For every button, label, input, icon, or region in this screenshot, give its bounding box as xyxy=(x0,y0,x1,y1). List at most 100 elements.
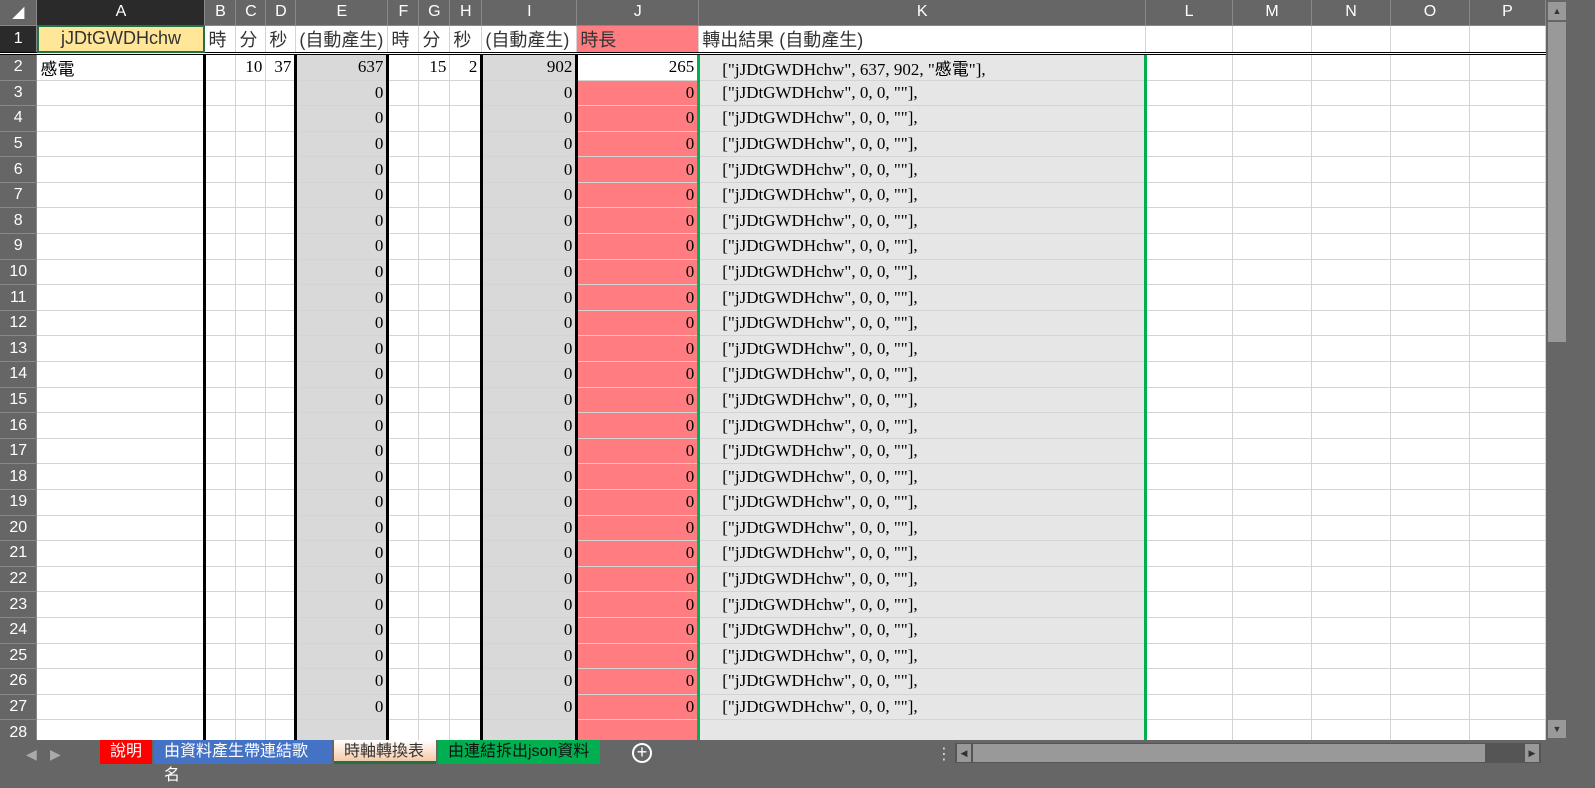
cell-n6[interactable] xyxy=(1311,156,1391,183)
cell-m24[interactable] xyxy=(1232,617,1313,644)
cell-e23[interactable]: 0 xyxy=(294,591,389,618)
cell-a8[interactable] xyxy=(36,207,206,235)
cell-i25[interactable]: 0 xyxy=(480,643,578,670)
cell-j14[interactable]: 0 xyxy=(575,361,700,388)
row-header-2[interactable]: 2 xyxy=(0,53,38,81)
cell-b6[interactable] xyxy=(203,156,237,183)
row-header-20[interactable]: 20 xyxy=(0,515,38,542)
sheet-tab-1[interactable]: 說明 xyxy=(100,740,152,764)
cell-e13[interactable]: 0 xyxy=(294,335,389,363)
cell-i8[interactable]: 0 xyxy=(480,207,578,235)
select-all-corner[interactable]: ◢ xyxy=(0,0,38,26)
cell-b17[interactable] xyxy=(203,438,237,465)
cell-n27[interactable] xyxy=(1311,694,1391,721)
cell-n8[interactable] xyxy=(1311,207,1391,235)
cell-a11[interactable] xyxy=(36,284,206,311)
cell-k3[interactable]: ["jJDtGWDHchw", 0, 0, ""], xyxy=(697,80,1148,107)
cell-o4[interactable] xyxy=(1390,105,1470,132)
cell-g12[interactable] xyxy=(418,310,451,337)
cell-c4[interactable] xyxy=(235,105,267,132)
cell-c23[interactable] xyxy=(235,591,267,618)
cell-m3[interactable] xyxy=(1232,80,1313,107)
cell-l2[interactable] xyxy=(1145,53,1234,81)
cell-k27[interactable]: ["jJDtGWDHchw", 0, 0, ""], xyxy=(697,694,1148,721)
cell-d18[interactable] xyxy=(265,463,297,490)
cell-c2[interactable]: 10 xyxy=(235,53,267,81)
cell-n1[interactable] xyxy=(1311,25,1391,55)
cell-d13[interactable] xyxy=(265,335,297,363)
cell-c14[interactable] xyxy=(235,361,267,388)
cell-k2[interactable]: ["jJDtGWDHchw", 637, 902, "慼電"], xyxy=(697,53,1148,81)
cell-d9[interactable] xyxy=(265,233,297,260)
cell-c11[interactable] xyxy=(235,284,267,311)
cell-b23[interactable] xyxy=(203,591,237,618)
cell-f20[interactable] xyxy=(386,515,420,542)
cell-h3[interactable] xyxy=(449,80,483,107)
row-header-9[interactable]: 9 xyxy=(0,233,38,260)
cell-m7[interactable] xyxy=(1232,182,1313,209)
cell-a19[interactable] xyxy=(36,489,206,516)
cell-a7[interactable] xyxy=(36,182,206,209)
cell-k16[interactable]: ["jJDtGWDHchw", 0, 0, ""], xyxy=(697,412,1148,439)
cell-h19[interactable] xyxy=(449,489,483,516)
cell-o28[interactable] xyxy=(1390,719,1470,740)
cell-g10[interactable] xyxy=(418,259,451,286)
cell-e18[interactable]: 0 xyxy=(294,463,389,490)
cell-o1[interactable] xyxy=(1390,25,1470,55)
cell-c28[interactable] xyxy=(235,719,267,740)
cell-l27[interactable] xyxy=(1145,694,1234,721)
cell-j5[interactable]: 0 xyxy=(575,131,700,158)
split-handle-icon[interactable]: ⋮ xyxy=(936,744,952,764)
cell-n3[interactable] xyxy=(1311,80,1391,107)
cell-f27[interactable] xyxy=(386,694,420,721)
cell-d22[interactable] xyxy=(265,566,297,593)
cell-p18[interactable] xyxy=(1469,463,1546,490)
cell-b21[interactable] xyxy=(203,540,237,567)
cell-b22[interactable] xyxy=(203,566,237,593)
cell-d8[interactable] xyxy=(265,207,297,235)
cell-h27[interactable] xyxy=(449,694,483,721)
row-header-4[interactable]: 4 xyxy=(0,105,38,132)
cell-e17[interactable]: 0 xyxy=(294,438,389,465)
cell-o16[interactable] xyxy=(1390,412,1470,439)
cell-n28[interactable] xyxy=(1311,719,1391,740)
cell-i15[interactable]: 0 xyxy=(480,387,578,414)
cell-o25[interactable] xyxy=(1390,643,1470,670)
cell-d23[interactable] xyxy=(265,591,297,618)
cell-b5[interactable] xyxy=(203,131,237,158)
cell-g18[interactable] xyxy=(418,463,451,490)
cell-p12[interactable] xyxy=(1469,310,1546,337)
cell-f4[interactable] xyxy=(386,105,420,132)
cell-k19[interactable]: ["jJDtGWDHchw", 0, 0, ""], xyxy=(697,489,1148,516)
cell-m19[interactable] xyxy=(1232,489,1313,516)
cell-c18[interactable] xyxy=(235,463,267,490)
cell-p11[interactable] xyxy=(1469,284,1546,311)
cell-f10[interactable] xyxy=(386,259,420,286)
cell-e1[interactable]: (自動產生) xyxy=(295,25,389,55)
cell-j13[interactable]: 0 xyxy=(575,335,700,363)
cell-b4[interactable] xyxy=(203,105,237,132)
cell-b2[interactable] xyxy=(203,53,237,81)
cell-n11[interactable] xyxy=(1311,284,1391,311)
cell-f12[interactable] xyxy=(386,310,420,337)
cell-i3[interactable]: 0 xyxy=(480,80,578,107)
cell-m15[interactable] xyxy=(1232,387,1313,414)
cell-o15[interactable] xyxy=(1390,387,1470,414)
cell-o26[interactable] xyxy=(1390,668,1470,695)
cell-c7[interactable] xyxy=(235,182,267,209)
cell-g20[interactable] xyxy=(418,515,451,542)
cell-b14[interactable] xyxy=(203,361,237,388)
cell-o6[interactable] xyxy=(1390,156,1470,183)
row-header-15[interactable]: 15 xyxy=(0,387,38,414)
cell-g4[interactable] xyxy=(418,105,451,132)
row-header-11[interactable]: 11 xyxy=(0,284,38,311)
cell-e19[interactable]: 0 xyxy=(294,489,389,516)
cell-m14[interactable] xyxy=(1232,361,1313,388)
cell-m6[interactable] xyxy=(1232,156,1313,183)
cell-p5[interactable] xyxy=(1469,131,1546,158)
cell-g14[interactable] xyxy=(418,361,451,388)
cell-g13[interactable] xyxy=(418,335,451,363)
cell-k26[interactable]: ["jJDtGWDHchw", 0, 0, ""], xyxy=(697,668,1148,695)
cell-b27[interactable] xyxy=(203,694,237,721)
cell-n12[interactable] xyxy=(1311,310,1391,337)
